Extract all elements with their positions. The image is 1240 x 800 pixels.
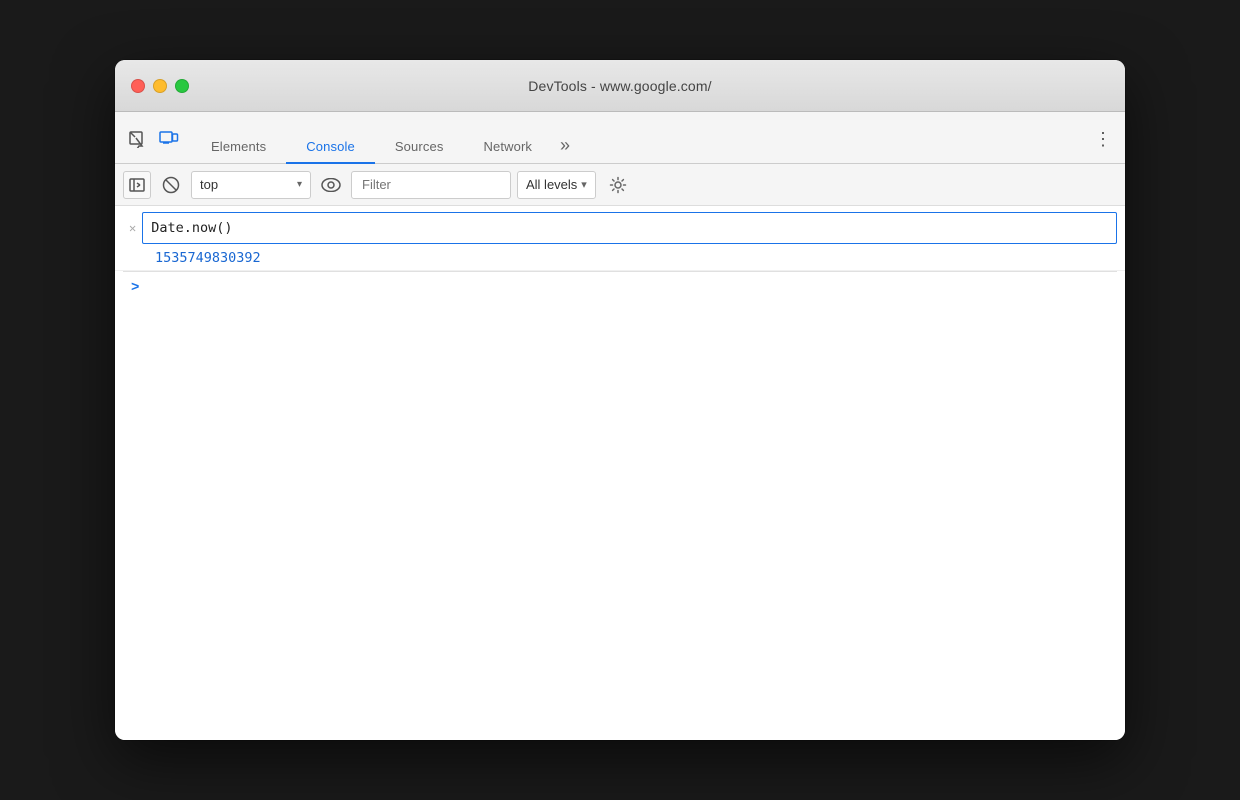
clear-input-button[interactable]: ✕ <box>123 212 142 244</box>
eye-icon <box>321 178 341 192</box>
log-levels-selector[interactable]: All levels ▾ <box>517 171 596 199</box>
device-mode-icon <box>159 130 179 148</box>
settings-gear-button[interactable] <box>604 171 632 199</box>
three-dots-icon[interactable]: ⋮ <box>1089 125 1117 153</box>
eye-icon-button[interactable] <box>317 171 345 199</box>
tab-bar-icons <box>123 125 183 163</box>
chevron-down-icon: ▾ <box>581 178 587 191</box>
console-result-value: 1535749830392 <box>155 250 261 266</box>
tab-bar: Elements Console Sources Network » ⋮ <box>115 112 1125 164</box>
console-result-row: 1535749830392 <box>115 246 1125 271</box>
more-tabs-button[interactable]: » <box>552 127 578 164</box>
sidebar-toggle-button[interactable] <box>123 171 151 199</box>
chevron-down-icon: ▾ <box>297 179 302 190</box>
console-input-text[interactable]: Date.now() <box>151 217 1108 239</box>
inspect-icon-btn[interactable] <box>123 125 151 153</box>
tab-sources[interactable]: Sources <box>375 131 464 164</box>
block-icon-button[interactable] <box>157 171 185 199</box>
devtools-window: DevTools - www.google.com/ <box>115 60 1125 740</box>
context-selector[interactable]: top ▾ <box>191 171 311 199</box>
traffic-lights <box>131 79 189 93</box>
filter-input[interactable] <box>351 171 511 199</box>
console-input-field[interactable]: Date.now() <box>142 212 1117 244</box>
sidebar-icon <box>129 178 145 192</box>
gear-icon <box>609 176 627 194</box>
cursor-icon <box>128 130 146 148</box>
maximize-button[interactable] <box>175 79 189 93</box>
console-output[interactable]: ✕ Date.now() 1535749830392 > <box>115 206 1125 740</box>
block-icon <box>162 176 180 194</box>
minimize-button[interactable] <box>153 79 167 93</box>
tab-elements[interactable]: Elements <box>191 131 286 164</box>
prompt-chevron-icon: > <box>131 280 139 296</box>
tab-console[interactable]: Console <box>286 131 375 164</box>
console-prompt-row[interactable]: > <box>115 272 1125 304</box>
console-toolbar: top ▾ All levels ▾ <box>115 164 1125 206</box>
window-title: DevTools - www.google.com/ <box>528 78 711 94</box>
devtools-menu-button[interactable]: ⋮ <box>1089 125 1117 163</box>
title-bar: DevTools - www.google.com/ <box>115 60 1125 112</box>
close-button[interactable] <box>131 79 145 93</box>
device-mode-icon-btn[interactable] <box>155 125 183 153</box>
tab-network[interactable]: Network <box>463 131 552 164</box>
